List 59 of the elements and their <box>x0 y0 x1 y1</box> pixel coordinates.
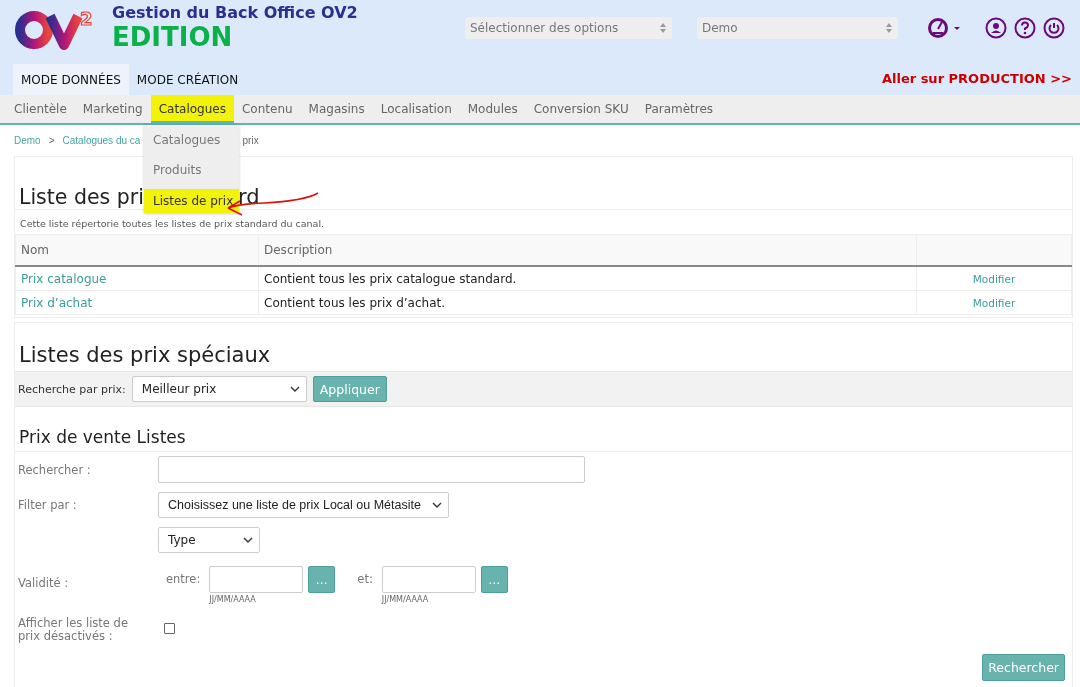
gauge-icon[interactable] <box>927 16 961 40</box>
nav-tab[interactable]: Clientèle <box>6 95 75 123</box>
nav-tab[interactable]: Catalogues <box>150 95 234 123</box>
date-field[interactable] <box>209 566 304 593</box>
field-label: Validité : <box>18 576 70 590</box>
nav-tab[interactable]: Contenu <box>234 95 301 123</box>
menu-item[interactable]: Catalogues <box>144 125 239 155</box>
sort-arrows-icon <box>659 22 667 34</box>
logo: 2 <box>14 5 96 51</box>
edit-link[interactable]: Modifier <box>972 272 1016 285</box>
date-label: entre: <box>166 572 201 586</box>
column-header: Description <box>258 234 917 266</box>
nav-tab[interactable]: Localisation <box>372 95 460 123</box>
date-hint: JJ/MM/AAAA <box>381 595 430 604</box>
filter-label: Recherche par prix: <box>18 382 126 396</box>
power-icon[interactable] <box>1043 17 1065 39</box>
field-label: Afficher les liste de prix désactivés : <box>18 615 129 643</box>
help-icon[interactable] <box>1014 17 1036 39</box>
production-link[interactable]: Aller sur PRODUCTION >> <box>881 71 1072 86</box>
nav-tab[interactable]: Marketing <box>74 95 151 123</box>
field-label: Rechercher : <box>18 462 92 477</box>
date-field[interactable] <box>381 566 476 593</box>
search-field[interactable] <box>158 456 585 483</box>
chevron-icon <box>289 386 300 392</box>
nav-tab[interactable]: Modules <box>459 95 526 123</box>
sort-arrows-icon <box>885 22 893 34</box>
mode-tab[interactable]: MODE DONNÉES <box>13 64 129 95</box>
price-list-link[interactable]: Prix catalogue <box>15 266 259 291</box>
checkbox[interactable] <box>164 622 175 634</box>
section-title: Listes des prix spéciaux <box>18 342 272 369</box>
chevron-icon <box>432 502 442 508</box>
edition-label: EDITION <box>112 22 234 52</box>
site-select[interactable]: Demo <box>697 17 898 39</box>
table-cell: Contient tous les prix catalogue standard. <box>258 266 917 291</box>
nav-tab[interactable]: Magasins <box>300 95 373 123</box>
mode-tab[interactable]: MODE CRÉATION <box>128 64 247 95</box>
edit-link[interactable]: Modifier <box>972 296 1016 309</box>
breadcrumb-link[interactable]: Demo <box>14 135 41 146</box>
subsection-title: Prix de vente Listes <box>15 407 1072 452</box>
breadcrumb-separator: > <box>48 135 55 146</box>
breadcrumb-text: prix <box>242 135 259 146</box>
date-label: et: <box>357 572 373 586</box>
type-select[interactable]: Type <box>158 527 260 553</box>
user-icon[interactable] <box>985 17 1007 39</box>
options-select[interactable]: Sélectionner des options <box>465 17 672 39</box>
price-list-link[interactable]: Prix d’achat <box>15 290 259 315</box>
price-select[interactable]: Meilleur prix <box>131 376 307 402</box>
date-hint: JJ/MM/AAAA <box>209 595 257 604</box>
nav-tab[interactable]: Paramètres <box>636 95 722 123</box>
column-header: Nom <box>15 234 259 266</box>
table-cell: Contient tous les prix d’achat. <box>258 290 917 315</box>
menu-item[interactable]: Listes de prix <box>144 189 239 213</box>
section-title: Liste des pri <box>19 185 144 209</box>
menu-item[interactable]: Produits <box>144 155 239 185</box>
app-title: Gestion du Back Office OV2 <box>112 3 359 22</box>
price-list-select[interactable]: Choisissez une liste de prix Local ou Métasite <box>158 492 449 518</box>
chevron-icon <box>243 537 253 543</box>
field-label: Filter par : <box>18 498 78 512</box>
nav-tab[interactable]: Conversion SKU <box>525 95 637 123</box>
